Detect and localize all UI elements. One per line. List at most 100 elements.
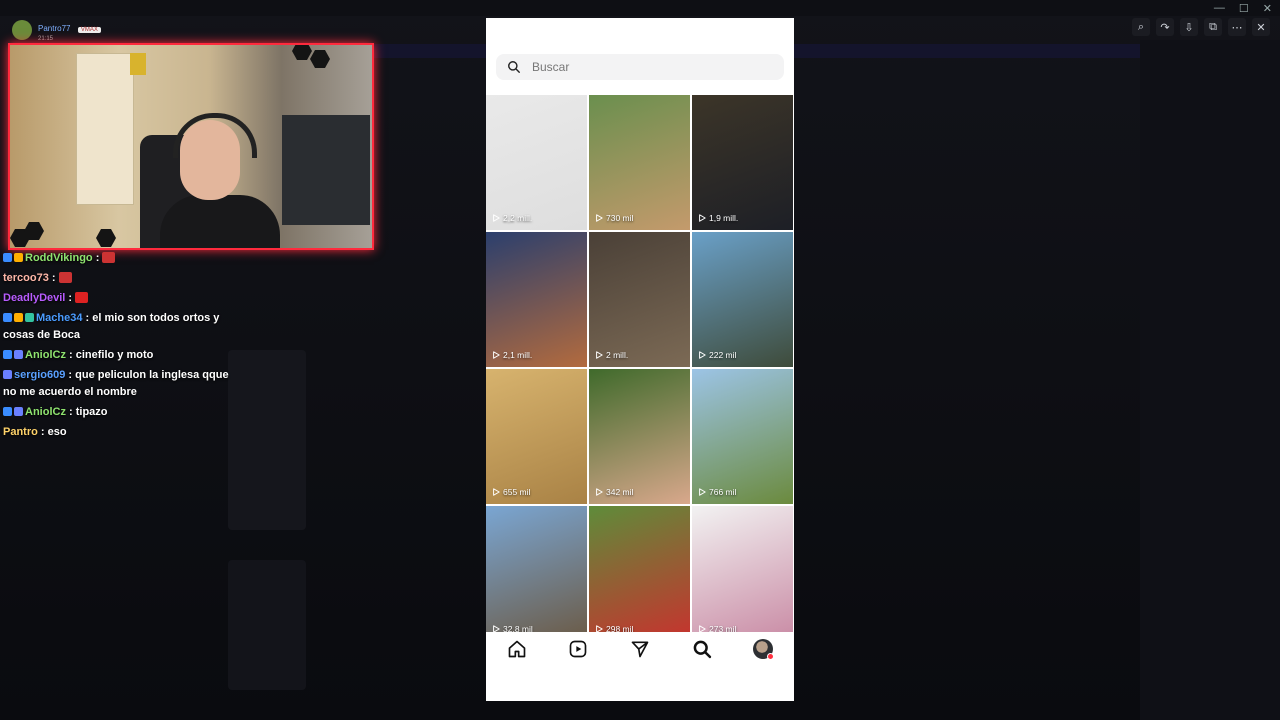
view-count-label: 2,1 mill. bbox=[503, 350, 533, 360]
view-count: 32,8 mil bbox=[492, 624, 533, 632]
chat-badge-icon bbox=[3, 350, 12, 359]
chat-message-text: cinefilo y moto bbox=[75, 349, 154, 361]
explore-tile[interactable]: 766 mil bbox=[692, 369, 793, 504]
view-count-label: 766 mil bbox=[709, 487, 737, 497]
window-controls: — ☐ ✕ bbox=[1214, 2, 1272, 15]
view-count: 273 mil bbox=[698, 624, 736, 632]
chat-overlay: RoddVikingo : tercoo73 : DeadlyDevil : M… bbox=[3, 250, 231, 444]
chat-username[interactable]: RoddVikingo bbox=[25, 252, 93, 264]
close-icon[interactable]: ✕ bbox=[1263, 2, 1272, 15]
chat-message: AniolCz : cinefilo y moto bbox=[3, 347, 231, 364]
chat-message: DeadlyDevil : bbox=[3, 290, 231, 307]
background-column-lower bbox=[228, 560, 306, 690]
play-icon bbox=[699, 625, 706, 632]
chat-username[interactable]: tercoo73 bbox=[3, 272, 49, 284]
explore-tile[interactable]: 2,1 mill. bbox=[486, 232, 587, 367]
play-icon bbox=[596, 351, 603, 359]
chat-username[interactable]: DeadlyDevil bbox=[3, 292, 65, 304]
download-icon[interactable]: ⇩ bbox=[1180, 18, 1198, 36]
play-icon bbox=[699, 214, 706, 222]
streamer-header: Pantro77 VMAX 21:15 bbox=[12, 18, 101, 42]
webcam-poster bbox=[130, 53, 146, 75]
view-count-label: 222 mil bbox=[709, 350, 737, 360]
explore-tile[interactable]: 32,8 mil bbox=[486, 506, 587, 632]
chat-emote-icon bbox=[102, 252, 116, 263]
play-icon bbox=[493, 625, 500, 632]
view-count: 222 mil bbox=[698, 350, 736, 360]
webcam-overlay bbox=[8, 43, 374, 250]
explore-tile[interactable]: 2 mill. bbox=[589, 232, 690, 367]
chat-username[interactable]: sergio609 bbox=[14, 369, 65, 381]
play-icon bbox=[493, 214, 500, 222]
chat-badge-icon bbox=[14, 253, 23, 262]
explore-tile[interactable]: 273 mil bbox=[692, 506, 793, 632]
chat-message-text: eso bbox=[47, 426, 67, 438]
nav-search[interactable] bbox=[688, 635, 716, 663]
chat-message: sergio609 : que peliculon la inglesa qqu… bbox=[3, 369, 229, 398]
chat-username[interactable]: AniolCz bbox=[25, 349, 66, 361]
view-count: 655 mil bbox=[492, 487, 530, 497]
chat-username[interactable]: Pantro bbox=[3, 426, 38, 438]
home-icon bbox=[508, 640, 526, 658]
chat-message: Pantro : eso bbox=[3, 426, 67, 438]
direct-icon bbox=[631, 641, 649, 658]
streamer-avatar bbox=[12, 20, 32, 40]
chat-badge-icon bbox=[25, 313, 34, 322]
search-placeholder: Buscar bbox=[532, 60, 570, 74]
webcam-door bbox=[76, 53, 134, 205]
chat-badge-icon bbox=[3, 407, 12, 416]
search-input[interactable]: Buscar bbox=[496, 54, 784, 80]
chat-badge-icon bbox=[14, 407, 23, 416]
streamer-subline: 21:15 bbox=[38, 36, 54, 42]
chat-message: Mache34 : el mio son todos ortos y cosas… bbox=[3, 312, 220, 341]
hex-decoration bbox=[292, 45, 312, 60]
view-count: 2 mill. bbox=[595, 350, 628, 360]
webcam-headset bbox=[173, 113, 257, 158]
view-count: 2,2 mill. bbox=[492, 213, 532, 223]
view-count: 730 mil bbox=[595, 213, 633, 223]
nav-profile[interactable] bbox=[749, 635, 777, 663]
explore-tile[interactable]: 222 mil bbox=[692, 232, 793, 367]
instagram-explore-screen: Buscar 2,2 mill. 730 mil 1,9 mill. 2,1 mill… bbox=[486, 18, 794, 701]
chat-badge-icon bbox=[14, 350, 23, 359]
notification-dot bbox=[767, 653, 775, 660]
view-count: 1,9 mill. bbox=[698, 213, 738, 223]
explore-tile[interactable]: 298 mil bbox=[589, 506, 690, 632]
view-count-label: 655 mil bbox=[503, 487, 531, 497]
chat-username[interactable]: Mache34 bbox=[36, 312, 82, 324]
profile-avatar bbox=[753, 639, 775, 660]
explore-tile[interactable]: 730 mil bbox=[589, 95, 690, 230]
close-viewer-icon[interactable]: ✕ bbox=[1252, 18, 1270, 36]
chat-badge-icon bbox=[3, 370, 12, 379]
view-count-label: 273 mil bbox=[709, 624, 737, 632]
view-count-label: 1,9 mill. bbox=[709, 213, 739, 223]
streamer-badge: VMAX bbox=[77, 27, 101, 33]
nav-reels[interactable] bbox=[564, 635, 592, 663]
minimize-icon[interactable]: — bbox=[1214, 2, 1225, 15]
explore-tile[interactable]: 342 mil bbox=[589, 369, 690, 504]
chat-badge-icon bbox=[3, 313, 12, 322]
zoom-icon[interactable]: ⌕ bbox=[1132, 18, 1150, 36]
play-icon bbox=[699, 488, 706, 496]
webcam-shelf bbox=[282, 115, 370, 225]
more-icon[interactable]: ⋯ bbox=[1228, 18, 1246, 36]
open-external-icon[interactable]: ⧉ bbox=[1204, 18, 1222, 36]
view-count-label: 730 mil bbox=[606, 213, 634, 223]
explore-tile[interactable]: 655 mil bbox=[486, 369, 587, 504]
explore-tile[interactable]: 1,9 mill. bbox=[692, 95, 793, 230]
nav-home[interactable] bbox=[503, 635, 531, 663]
play-icon bbox=[493, 488, 500, 496]
chat-badge-icon bbox=[14, 313, 23, 322]
maximize-icon[interactable]: ☐ bbox=[1239, 2, 1249, 15]
view-count-label: 342 mil bbox=[606, 487, 634, 497]
chat-message: AniolCz : tipazo bbox=[3, 404, 231, 421]
window-titlebar bbox=[0, 0, 1280, 16]
chat-message-text: tipazo bbox=[75, 406, 108, 418]
chat-username[interactable]: AniolCz bbox=[25, 406, 66, 418]
nav-direct[interactable] bbox=[626, 635, 654, 663]
hex-decoration bbox=[310, 50, 330, 68]
redo-icon[interactable]: ↷ bbox=[1156, 18, 1174, 36]
background-right-panel bbox=[1140, 40, 1280, 720]
explore-grid: 2,2 mill. 730 mil 1,9 mill. 2,1 mill. 2 mill… bbox=[486, 95, 794, 632]
explore-tile[interactable]: 2,2 mill. bbox=[486, 95, 587, 230]
